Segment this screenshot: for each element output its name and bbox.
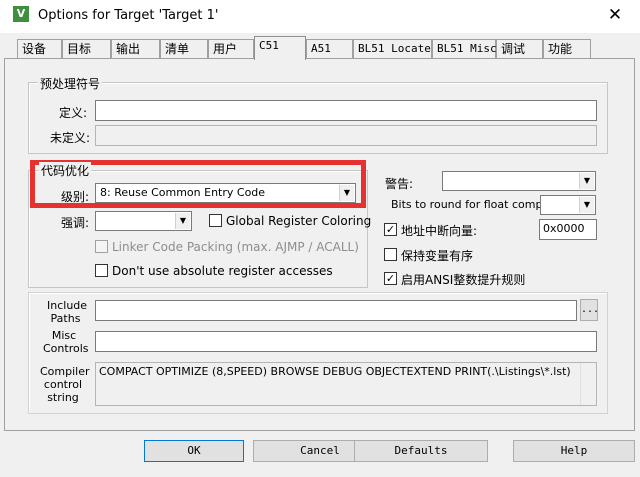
linker-code-packing-label: Linker Code Packing (max. AJMP / ACALL) [112, 240, 359, 254]
tab-output[interactable]: 输出 [111, 39, 160, 59]
compiler-control-string: COMPACT OPTIMIZE (8,SPEED) BROWSE DEBUG … [95, 362, 597, 406]
tab-bl51-misc[interactable]: BL51 Misc [432, 39, 497, 59]
include-paths-browse-button[interactable]: ... [580, 299, 599, 321]
misc-controls-label: Misc Controls [43, 329, 89, 355]
keep-variables-checkbox[interactable] [384, 248, 397, 261]
keil-app-icon: V [13, 6, 29, 22]
tab-device[interactable]: 设备 [17, 39, 62, 59]
optimization-legend: 代码优化 [39, 162, 92, 179]
global-register-coloring-label: Global Register Coloring [226, 214, 372, 228]
chevron-down-icon: ▼ [339, 185, 354, 201]
misc-controls-input[interactable] [95, 331, 597, 352]
define-label: 定义: [59, 106, 88, 120]
interrupt-vector-checkbox[interactable]: ✓ [384, 223, 397, 236]
close-icon[interactable]: ✕ [600, 3, 630, 27]
include-paths-label: Include Paths [47, 299, 88, 325]
define-input[interactable] [95, 100, 597, 121]
title-bar: V Options for Target 'Target 1' ✕ [0, 0, 640, 33]
include-paths-label-line1: Include [47, 299, 88, 312]
undefine-input [95, 125, 597, 146]
defaults-button[interactable]: Defaults [354, 440, 488, 462]
tab-c51[interactable]: C51 [254, 36, 306, 60]
tab-target[interactable]: 目标 [62, 39, 111, 59]
include-paths-label-line2: Paths [50, 312, 81, 325]
tab-debug[interactable]: 调试 [496, 39, 543, 59]
tab-user[interactable]: 用户 [208, 39, 254, 59]
chevron-down-icon: ▼ [175, 213, 190, 229]
linker-code-packing-checkbox [95, 240, 108, 253]
bits-round-select[interactable]: ▼ [540, 195, 596, 215]
undefine-label: 未定义: [50, 131, 91, 145]
interrupt-vector-label: 地址中断向量: [401, 224, 478, 238]
emphasis-select[interactable]: ▼ [95, 211, 192, 231]
warnings-select[interactable]: ▼ [442, 171, 596, 191]
keep-variables-label: 保持变量有序 [401, 249, 474, 263]
ansi-int-promotion-checkbox[interactable]: ✓ [384, 272, 397, 285]
compiler-control-label-line3: string [47, 391, 79, 404]
warnings-label: 警告: [385, 177, 414, 191]
tab-listing[interactable]: 清单 [160, 39, 208, 59]
dont-use-absolute-checkbox[interactable] [95, 264, 108, 277]
compiler-control-label-line2: control [43, 378, 83, 391]
ansi-int-promotion-label: 启用ANSI整数提升规则 [401, 273, 526, 287]
interrupt-vector-input[interactable]: 0x0000 [539, 219, 597, 240]
optimization-level-value: 8: Reuse Common Entry Code [100, 186, 266, 199]
window-title: Options for Target 'Target 1' [38, 8, 219, 23]
dont-use-absolute-label: Don't use absolute register accesses [112, 264, 333, 278]
compiler-control-scrollbar[interactable] [580, 363, 596, 405]
compiler-control-label-line1: Compiler [40, 365, 90, 378]
compiler-control-text: COMPACT OPTIMIZE (8,SPEED) BROWSE DEBUG … [99, 365, 571, 378]
chevron-down-icon: ▼ [579, 173, 594, 189]
help-button[interactable]: Help [513, 440, 635, 462]
ok-button[interactable]: OK [144, 440, 244, 462]
chevron-down-icon: ▼ [579, 197, 594, 213]
tab-utilities[interactable]: 功能 [543, 39, 591, 59]
preprocessor-legend: 预处理符号 [38, 75, 103, 92]
level-label: 级别: [61, 190, 90, 204]
bits-round-label: Bits to round for float compare: [391, 198, 564, 211]
global-register-coloring-checkbox[interactable] [209, 214, 222, 227]
tab-a51[interactable]: A51 [306, 39, 353, 59]
options-dialog: V Options for Target 'Target 1' ✕ 设备 目标 … [0, 0, 640, 477]
optimization-level-select[interactable]: 8: Reuse Common Entry Code ▼ [95, 183, 356, 203]
misc-controls-label-line1: Misc [51, 329, 77, 342]
include-paths-input[interactable] [95, 300, 577, 321]
tab-bl51-locate[interactable]: BL51 Locate [353, 39, 432, 59]
misc-controls-label-line2: Controls [43, 342, 89, 355]
compiler-control-label: Compiler control string [40, 365, 90, 404]
emphasis-label: 强调: [61, 216, 90, 230]
